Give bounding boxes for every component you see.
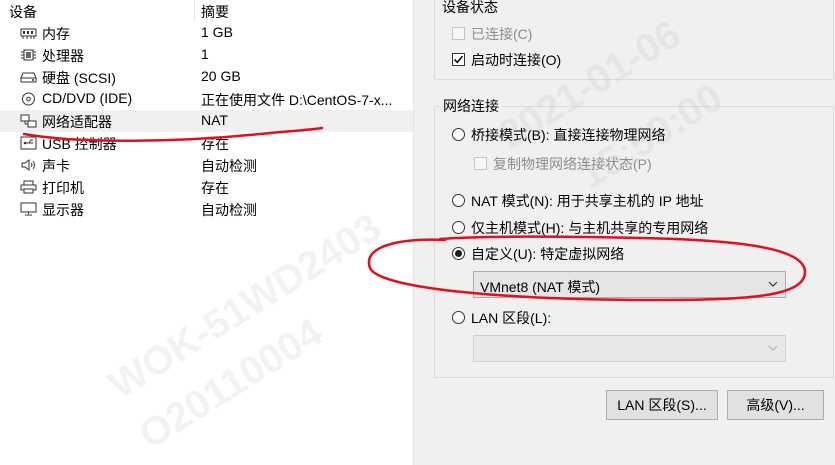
device-name: CD/DVD (IDE): [42, 90, 133, 106]
chevron-down-icon: [768, 345, 778, 351]
lan-segments-button[interactable]: LAN 区段(S)...: [606, 390, 718, 420]
device-summary: 存在: [201, 180, 229, 196]
device-row-printer[interactable]: 打印机 存在: [0, 176, 413, 198]
device-status-title: 设备状态: [439, 0, 501, 17]
device-summary: 自动检测: [201, 202, 257, 218]
advanced-button[interactable]: 高级(V)...: [727, 390, 824, 420]
device-row-cd-dvd[interactable]: CD/DVD (IDE) 正在使用文件 D:\CentOS-7-x...: [0, 88, 413, 110]
settings-panel: 设备状态 已连接(C) 启动时连接(O) 网络连接 桥接模式(B): 直接连接物…: [414, 0, 835, 465]
device-summary: 存在: [201, 136, 229, 152]
network-connection-title: 网络连接: [440, 96, 502, 116]
display-icon: [20, 202, 37, 216]
connected-label: 已连接(C): [471, 26, 533, 42]
lan-segment-select[interactable]: [473, 335, 786, 362]
replicate-state-label: 复制物理网络连接状态(P): [493, 156, 652, 172]
device-column-header[interactable]: 设备: [9, 2, 37, 22]
network-adapter-icon: [20, 114, 37, 128]
device-name: 声卡: [42, 158, 70, 174]
device-row-network-adapter[interactable]: 网络适配器 NAT: [0, 110, 413, 132]
column-divider: [194, 0, 195, 22]
device-name: 网络适配器: [42, 114, 112, 130]
hard-disk-icon: [20, 72, 37, 83]
device-summary: 1: [201, 46, 209, 62]
custom-network-value: VMnet8 (NAT 模式): [480, 279, 601, 295]
device-row-display[interactable]: 显示器 自动检测: [0, 198, 413, 220]
lan-segment-radio[interactable]: [452, 311, 465, 324]
custom-radio[interactable]: [452, 247, 465, 260]
printer-icon: [20, 180, 37, 194]
device-row-processor[interactable]: 处理器 1: [0, 44, 413, 66]
host-only-radio[interactable]: [452, 221, 465, 234]
device-summary: 自动检测: [201, 158, 257, 174]
connect-on-start-label: 启动时连接(O): [471, 52, 562, 68]
device-list-panel: 设备 摘要 内存 1 GB 处理器 1 硬盘 (SCSI) 20 GB CD/D…: [0, 0, 413, 465]
custom-label: 自定义(U): 特定虚拟网络: [471, 246, 625, 262]
checkmark-icon: [453, 55, 464, 64]
device-row-sound-card[interactable]: 声卡 自动检测: [0, 154, 413, 176]
connect-on-start-checkbox[interactable]: [452, 53, 465, 66]
sound-card-icon: [21, 159, 35, 171]
device-summary: NAT: [201, 112, 228, 128]
device-summary: 1 GB: [201, 24, 233, 40]
bridged-radio[interactable]: [452, 128, 465, 141]
host-only-label: 仅主机模式(H): 与主机共享的专用网络: [471, 220, 709, 236]
processor-icon: [21, 49, 36, 61]
device-summary: 20 GB: [201, 68, 241, 84]
replicate-state-checkbox[interactable]: [474, 157, 487, 170]
device-name: 硬盘 (SCSI): [42, 70, 116, 86]
device-row-memory[interactable]: 内存 1 GB: [0, 22, 413, 44]
device-name: 打印机: [42, 180, 84, 196]
usb-icon: [20, 136, 37, 150]
cd-dvd-icon: [22, 92, 35, 106]
summary-column-header[interactable]: 摘要: [201, 2, 229, 22]
device-name: 显示器: [42, 202, 84, 218]
device-name: USB 控制器: [42, 136, 117, 152]
device-summary: 正在使用文件 D:\CentOS-7-x...: [201, 92, 393, 108]
lan-segment-label: LAN 区段(L):: [471, 310, 552, 326]
device-row-hard-disk[interactable]: 硬盘 (SCSI) 20 GB: [0, 66, 413, 88]
device-row-usb[interactable]: USB 控制器 存在: [0, 132, 413, 154]
bridged-label: 桥接模式(B): 直接连接物理网络: [471, 127, 666, 143]
nat-radio[interactable]: [452, 194, 465, 207]
connected-checkbox[interactable]: [452, 27, 465, 40]
custom-network-select[interactable]: VMnet8 (NAT 模式): [473, 271, 786, 298]
chevron-down-icon: [768, 281, 778, 287]
nat-label: NAT 模式(N): 用于共享主机的 IP 地址: [471, 193, 704, 209]
memory-icon: [20, 28, 37, 39]
device-name: 处理器: [42, 48, 84, 64]
device-name: 内存: [42, 26, 70, 42]
